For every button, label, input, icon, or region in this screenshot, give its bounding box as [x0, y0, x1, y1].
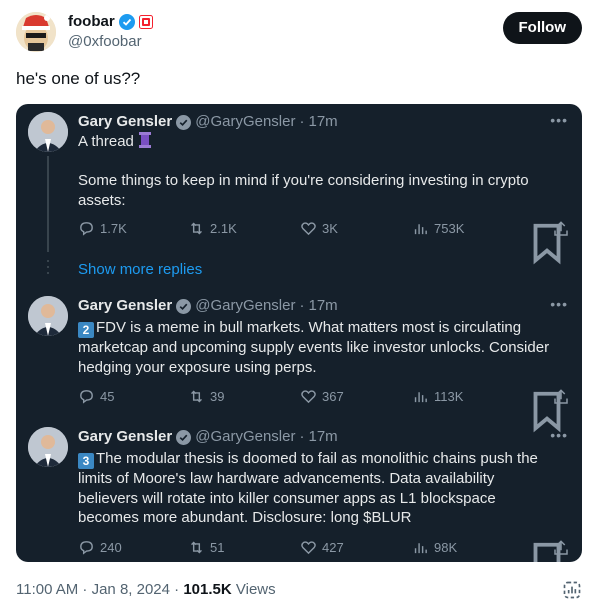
post-body-line: A thread: [78, 133, 134, 150]
like-action: 367: [300, 388, 344, 405]
reply-icon: [80, 541, 93, 555]
reply-count: 45: [100, 389, 115, 404]
tweet-header: foobar @0xfoobar Follow: [16, 12, 582, 56]
post-time: 17m: [308, 113, 338, 130]
tweet-text: he's one of us??: [16, 69, 141, 88]
repost-count: 2.1K: [210, 221, 237, 236]
quoted-thread-image[interactable]: Gary Gensler @GaryGensler · 17m ••• A th…: [16, 104, 582, 562]
repost-action: 2.1K: [188, 220, 237, 237]
reply-count: 1.7K: [100, 221, 127, 236]
verified-badge-icon: [176, 298, 192, 314]
post-body-text: FDV is a meme in bull markets. What matt…: [78, 319, 550, 376]
post-body-text: The modular thesis is doomed to fail as …: [78, 450, 538, 526]
repost-action: 39: [188, 388, 224, 405]
thread-dots: [47, 260, 49, 278]
author-name-row: foobar: [68, 12, 153, 32]
repost-count: 51: [210, 540, 225, 555]
views-action: 113K: [412, 388, 463, 405]
repost-count: 39: [210, 389, 225, 404]
like-count: 367: [322, 389, 344, 404]
follow-button[interactable]: Follow: [502, 12, 582, 44]
repost-icon: [191, 541, 202, 554]
post-author-name: Gary Gensler: [78, 113, 173, 130]
post-handle: @GaryGensler: [195, 297, 296, 314]
reply-action: 1.7K: [78, 220, 127, 237]
post-body: 3 The modular thesis is doomed to fail as…: [78, 449, 558, 528]
views-count: 753K: [434, 221, 465, 236]
post-body-text: Some things to keep in mind if you're co…: [78, 172, 529, 209]
share-icon: [554, 389, 568, 404]
keycap-number-badge: 3: [78, 453, 94, 469]
views-icon: [414, 224, 427, 235]
post-author-name: Gary Gensler: [78, 297, 173, 314]
author-avatar[interactable]: [16, 12, 56, 52]
post-body: 2 FDV is a meme in bull markets. What mat…: [78, 318, 558, 377]
share-icon: [554, 540, 568, 555]
heart-icon: [301, 222, 316, 236]
thread-line: [47, 156, 49, 252]
post-author-name: Gary Gensler: [78, 428, 173, 445]
like-action: 427: [300, 539, 344, 556]
author-handle[interactable]: @0xfoobar: [68, 32, 153, 52]
post-body: A thread: [78, 132, 558, 152]
post-avatar: [28, 112, 68, 152]
views-action: 98K: [412, 539, 457, 556]
post-time: 17m: [308, 297, 338, 314]
post-time: 17m: [308, 428, 338, 445]
more-options-icon: •••: [550, 112, 568, 128]
reply-icon: [80, 390, 93, 404]
reply-count: 240: [100, 540, 122, 555]
like-count: 3K: [322, 221, 338, 236]
post-actions: 1.7K 2.1K 3K 753K: [78, 220, 570, 265]
tweet-timestamp[interactable]: 11:00 AM · Jan 8, 2024 ·: [16, 581, 179, 598]
views-total: 101.5K: [183, 581, 232, 598]
repost-icon: [191, 390, 202, 403]
reply-icon: [80, 222, 93, 236]
verified-badge-icon: [118, 14, 135, 30]
tweet-meta: 11:00 AM · Jan 8, 2024 · 101.5K Views: [16, 580, 276, 600]
like-action: 3K: [300, 220, 338, 237]
reply-action: 240: [78, 539, 122, 556]
author-display-name[interactable]: foobar: [68, 12, 115, 32]
repost-icon: [191, 222, 202, 235]
analytics-icon[interactable]: [562, 580, 582, 600]
show-more-replies-link: Show more replies: [78, 261, 203, 278]
share-icon: [554, 221, 568, 236]
like-count: 427: [322, 540, 344, 555]
keycap-number-badge: 2: [78, 322, 94, 338]
views-icon: [414, 543, 427, 554]
reply-action: 45: [78, 388, 114, 405]
heart-icon: [301, 390, 316, 404]
repost-action: 51: [188, 539, 224, 556]
views-label: Views: [235, 581, 276, 598]
verified-badge-icon: [176, 114, 192, 130]
more-options-icon: •••: [550, 427, 568, 443]
more-options-icon: •••: [550, 296, 568, 312]
heart-icon: [301, 541, 316, 555]
verified-badge-icon: [176, 429, 192, 445]
affiliate-badge-icon: [138, 15, 153, 29]
post-actions: 240 51 427 98K: [78, 539, 570, 562]
views-icon: [414, 392, 427, 403]
views-count: 113K: [434, 389, 464, 404]
post-handle: @GaryGensler: [195, 428, 296, 445]
post-avatar: [28, 427, 68, 467]
views-count: 98K: [434, 540, 458, 555]
post-handle: @GaryGensler: [195, 113, 296, 130]
views-action: 753K: [412, 220, 464, 237]
post-avatar: [28, 296, 68, 336]
post-actions: 45 39 367 113K: [78, 388, 570, 433]
thread-spool-icon: [139, 132, 152, 148]
